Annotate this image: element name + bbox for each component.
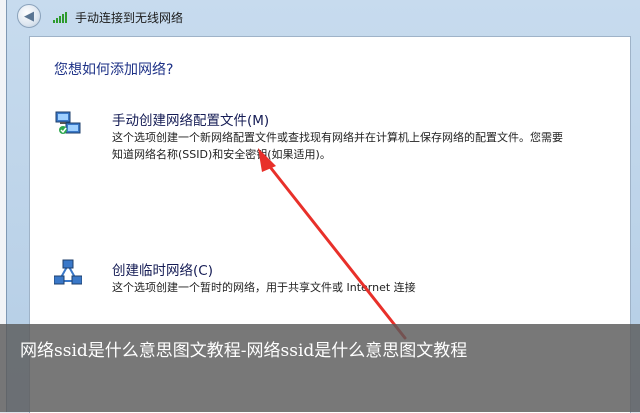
option-title: 创建临时网络(C) xyxy=(112,263,213,279)
network-computers-icon xyxy=(55,111,81,134)
wireless-signal-icon xyxy=(53,9,69,23)
option-description: 这个选项创建一个新网络配置文件或查找现有网络并在计算机上保存网络的配置文件。您需… xyxy=(112,131,563,161)
adhoc-network-icon xyxy=(54,259,82,285)
window-title: 手动连接到无线网络 xyxy=(75,11,184,25)
option-manual-profile[interactable]: 手动创建网络配置文件(M) 这个选项创建一个新网络配置文件或查找现有网络并在计算… xyxy=(54,109,594,169)
titlebar: ◀ 手动连接到无线网络 xyxy=(7,0,640,34)
option-adhoc-network[interactable]: 创建临时网络(C) 这个选项创建一个暂时的网络，用于共享文件或 Internet… xyxy=(54,259,594,299)
page-heading: 您想如何添加网络? xyxy=(54,62,174,78)
caption-text: 网络ssid是什么意思图文教程-网络ssid是什么意思图文教程 xyxy=(20,341,468,361)
option-description: 这个选项创建一个暂时的网络，用于共享文件或 Internet 连接 xyxy=(112,281,416,294)
back-button[interactable]: ◀ xyxy=(17,4,41,28)
back-arrow-icon: ◀ xyxy=(24,8,34,24)
option-title: 手动创建网络配置文件(M) xyxy=(112,113,270,129)
caption-overlay: 网络ssid是什么意思图文教程-网络ssid是什么意思图文教程 xyxy=(0,324,640,412)
